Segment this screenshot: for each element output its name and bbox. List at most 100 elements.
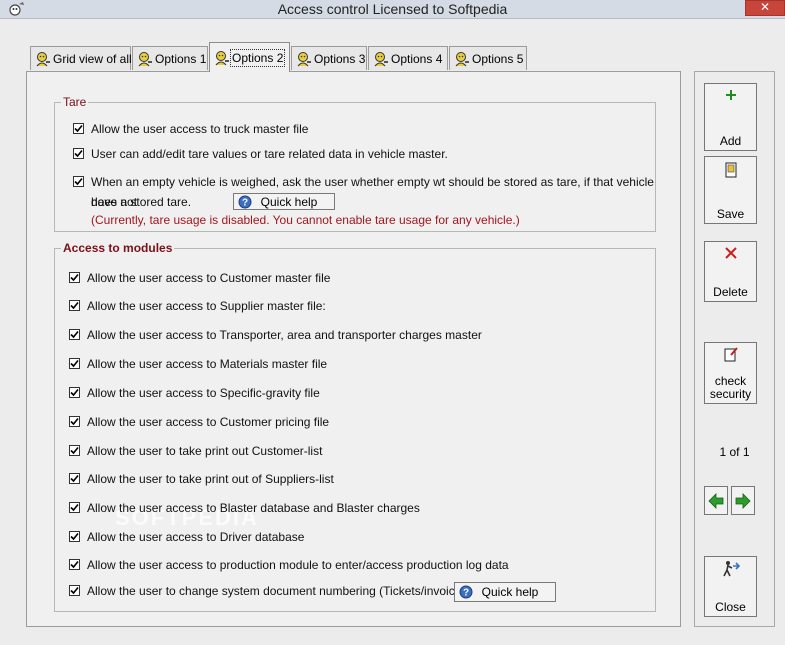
- checkbox-label: Allow the user access to Supplier master…: [87, 299, 326, 313]
- module-option-specific-gravity[interactable]: Allow the user access to Specific-gravit…: [69, 386, 320, 400]
- checkbox[interactable]: [69, 559, 80, 570]
- tab-grid-view[interactable]: Grid view of all: [30, 46, 132, 70]
- tab-options-1[interactable]: Options 1: [132, 46, 208, 70]
- user-key-icon: [138, 51, 152, 66]
- module-option-print-customers[interactable]: Allow the user to take print out Custome…: [69, 444, 322, 458]
- help-icon: ?: [238, 195, 252, 208]
- module-option-customer-master[interactable]: Allow the user access to Customer master…: [69, 271, 330, 285]
- module-option-driver[interactable]: Allow the user access to Driver database: [69, 530, 304, 544]
- check-icon: [70, 586, 79, 595]
- checkbox-label: Allow the user to change system document…: [87, 584, 489, 598]
- checkbox-label: Allow the user access to Transporter, ar…: [87, 328, 482, 342]
- check-icon: [70, 532, 79, 541]
- user-key-icon: [36, 51, 50, 66]
- tare-option-empty-vehicle-cont: have a stored tare.: [91, 192, 191, 212]
- checkbox[interactable]: [73, 123, 84, 134]
- check-icon: [70, 388, 79, 397]
- checkbox[interactable]: [69, 329, 80, 340]
- tab-options-3[interactable]: Options 3: [291, 46, 367, 70]
- checkbox-label: Allow the user access to production modu…: [87, 558, 509, 572]
- save-label: Save: [716, 207, 745, 221]
- save-icon: [725, 162, 736, 178]
- check-icon: [70, 474, 79, 483]
- tab-label: Options 5: [472, 51, 524, 66]
- tab-options-5[interactable]: Options 5: [449, 46, 527, 70]
- checkbox[interactable]: [69, 585, 80, 596]
- arrow-left-icon: [708, 493, 724, 509]
- checkbox-label: User can add/edit tare values or tare re…: [91, 147, 448, 161]
- checkbox[interactable]: [69, 387, 80, 398]
- module-option-customer-pricing[interactable]: Allow the user access to Customer pricin…: [69, 415, 329, 429]
- edit-document-icon: [724, 347, 738, 362]
- tab-label: Options 2: [229, 48, 286, 67]
- module-option-supplier-master[interactable]: Allow the user access to Supplier master…: [69, 299, 326, 313]
- check-security-line1: check: [714, 374, 747, 388]
- window-close-button[interactable]: ✕: [745, 0, 785, 16]
- user-key-icon: [215, 50, 229, 65]
- checkbox[interactable]: [69, 502, 80, 513]
- checkbox-label: Allow the user access to truck master fi…: [91, 122, 309, 136]
- action-sidebar: Add Save Delete check security 1 of 1 Clo…: [694, 71, 775, 627]
- checkbox-label: Allow the user access to Customer pricin…: [87, 415, 330, 429]
- help-icon: ?: [459, 585, 473, 599]
- exit-door-icon: [722, 561, 740, 577]
- user-key-icon: [374, 51, 388, 66]
- check-icon: [70, 301, 79, 310]
- check-icon: [70, 446, 79, 455]
- tab-options-2[interactable]: Options 2: [209, 42, 290, 72]
- checkbox[interactable]: [69, 473, 80, 484]
- check-security-line2: security: [709, 387, 752, 401]
- check-icon: [70, 359, 79, 368]
- check-icon: [74, 124, 83, 133]
- checkbox[interactable]: [69, 445, 80, 456]
- user-key-icon: [297, 51, 311, 66]
- check-icon: [70, 330, 79, 339]
- check-security-button[interactable]: check security: [704, 342, 757, 404]
- module-option-print-suppliers[interactable]: Allow the user to take print out of Supp…: [69, 472, 334, 486]
- checkbox-label: Allow the user access to Driver database: [87, 530, 305, 544]
- tab-label: Options 1: [155, 51, 207, 66]
- tab-options-4[interactable]: Options 4: [368, 46, 448, 70]
- arrow-right-icon: [735, 493, 751, 509]
- check-icon: [70, 273, 79, 282]
- checkbox-label: Allow the user to take print out Custome…: [87, 444, 323, 458]
- previous-record-button[interactable]: [704, 486, 728, 515]
- module-option-doc-numbering[interactable]: Allow the user to change system document…: [69, 584, 488, 598]
- modules-legend: Access to modules: [61, 241, 175, 255]
- checkbox[interactable]: [69, 531, 80, 542]
- checkbox-label: Allow the user access to Blaster databas…: [87, 501, 420, 515]
- next-record-button[interactable]: [731, 486, 755, 515]
- checkbox-label: Allow the user access to Materials maste…: [87, 357, 328, 371]
- tab-label: Options 3: [314, 51, 366, 66]
- checkbox[interactable]: [69, 300, 80, 311]
- module-option-blaster[interactable]: Allow the user access to Blaster databas…: [69, 501, 420, 515]
- module-option-production[interactable]: Allow the user access to production modu…: [69, 558, 509, 572]
- tare-option-truck-master[interactable]: Allow the user access to truck master fi…: [73, 122, 308, 136]
- tab-label: Options 4: [391, 51, 443, 66]
- tare-legend: Tare: [61, 95, 89, 109]
- checkbox[interactable]: [69, 272, 80, 283]
- checkbox[interactable]: [69, 358, 80, 369]
- svg-text:?: ?: [463, 588, 469, 599]
- checkbox[interactable]: [73, 148, 84, 159]
- check-icon: [74, 149, 83, 158]
- close-button[interactable]: Close: [704, 556, 757, 617]
- quick-help-label: Quick help: [481, 585, 539, 599]
- checkbox[interactable]: [73, 176, 84, 187]
- plus-icon: [725, 90, 736, 100]
- module-option-transporter[interactable]: Allow the user access to Transporter, ar…: [69, 328, 482, 342]
- delete-label: Delete: [713, 285, 748, 299]
- modules-quick-help-button[interactable]: ? Quick help: [454, 582, 556, 602]
- delete-button[interactable]: Delete: [704, 241, 757, 302]
- checkbox[interactable]: [69, 416, 80, 427]
- add-button[interactable]: Add: [704, 83, 757, 151]
- access-control-window: Access control Licensed to Softpedia ✕ G…: [0, 0, 785, 645]
- tare-quick-help-button[interactable]: ? Quick help: [233, 193, 335, 210]
- checkbox-label-continued: have a stored tare.: [91, 195, 192, 209]
- save-button[interactable]: Save: [704, 156, 757, 224]
- check-security-label: check security: [705, 375, 756, 401]
- module-option-materials[interactable]: Allow the user access to Materials maste…: [69, 357, 327, 371]
- svg-text:?: ?: [242, 197, 248, 208]
- tare-option-edit-tare[interactable]: User can add/edit tare values or tare re…: [73, 147, 448, 161]
- delete-x-icon: [724, 247, 737, 259]
